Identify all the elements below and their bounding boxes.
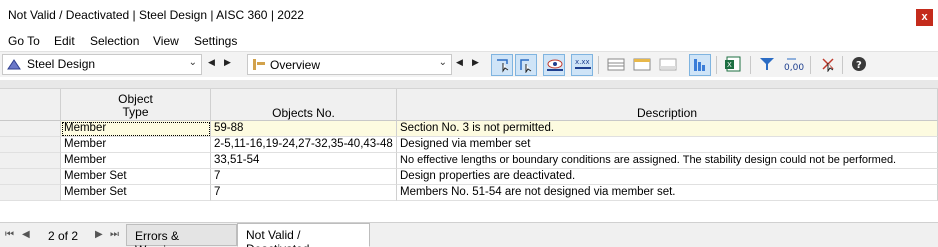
table-remove-icon	[659, 58, 677, 71]
table-button[interactable]	[605, 54, 627, 76]
module-prev-button[interactable]: ◀	[208, 57, 215, 68]
table-cell-objects[interactable]: 2-5,11-16,19-24,27-32,35-40,43-48	[211, 137, 397, 153]
decimal-places-button[interactable]: 0,00	[782, 54, 804, 76]
first-page-button[interactable]: ⏮	[5, 229, 14, 240]
tab-errors-warnings[interactable]: Errors & Warnings	[126, 224, 237, 247]
row-header[interactable]	[0, 137, 61, 153]
excel-export-icon: X	[725, 56, 741, 72]
select-objects-button[interactable]	[491, 54, 513, 76]
column-header-object-type[interactable]: Object Type	[61, 89, 211, 121]
page-info: 2 of 2	[48, 229, 79, 243]
table-body: Member 59-88 Section No. 3 is not permit…	[0, 121, 938, 201]
column-chart-button[interactable]	[689, 54, 711, 76]
table-insert-button[interactable]	[631, 54, 653, 76]
show-objects-icon	[520, 59, 532, 73]
table-insert-icon	[633, 58, 651, 71]
title-bar: Not Valid / Deactivated | Steel Design |…	[0, 0, 938, 31]
table-cell-description[interactable]: Design properties are deactivated.	[397, 169, 938, 185]
view-select[interactable]: Overview ⌄	[247, 54, 452, 75]
filter-button[interactable]	[757, 54, 779, 76]
table-cell-type[interactable]: Member	[61, 153, 211, 169]
menu-view[interactable]: View	[153, 34, 179, 48]
bottom-bar: ⏮ ◀ 2 of 2 ▶ ⏭ Errors & Warnings Not Val…	[0, 222, 938, 247]
close-button[interactable]: x	[916, 9, 933, 26]
module-next-button[interactable]: ▶	[224, 57, 231, 68]
select-objects-icon	[497, 59, 509, 73]
toolbar: Steel Design ⌄ ◀ ▶ Overview ⌄ ◀ ▶ x.xx X	[0, 51, 938, 77]
table-cell-type[interactable]: Member Set	[61, 185, 211, 201]
show-objects-button[interactable]	[515, 54, 537, 76]
table-icon	[607, 58, 625, 71]
row-header[interactable]	[0, 169, 61, 185]
window-title: Not Valid / Deactivated | Steel Design |…	[8, 8, 304, 22]
overview-icon	[253, 59, 265, 70]
visibility-button[interactable]	[543, 54, 565, 76]
menu-settings[interactable]: Settings	[194, 34, 237, 48]
menu-selection[interactable]: Selection	[90, 34, 139, 48]
menu-go-to[interactable]: Go To	[8, 34, 40, 48]
steel-design-icon	[7, 59, 21, 70]
chevron-down-icon: ⌄	[188, 57, 197, 68]
results-table: Object Type Objects No. Description Memb…	[0, 80, 938, 221]
decimal-places-icon: 0,00	[784, 58, 804, 72]
table-cell-type[interactable]: Member	[61, 121, 211, 137]
visibility-icon	[547, 59, 563, 71]
excel-export-button[interactable]: X	[722, 54, 744, 76]
filter-icon	[760, 58, 774, 70]
table-remove-button[interactable]	[657, 54, 679, 76]
clear-filter-icon	[822, 58, 834, 72]
view-select-label: Overview	[270, 58, 321, 72]
help-button[interactable]: ?	[849, 54, 871, 76]
chevron-down-icon: ⌄	[438, 57, 447, 68]
row-header[interactable]	[0, 153, 61, 169]
table-cell-description[interactable]: Members No. 51-54 are not designed via m…	[397, 185, 938, 201]
row-header[interactable]	[0, 121, 61, 137]
column-header-description[interactable]: Description	[397, 89, 938, 121]
table-cell-type[interactable]: Member	[61, 137, 211, 153]
column-header-objects-no[interactable]: Objects No.	[211, 89, 397, 121]
table-cell-description[interactable]: Section No. 3 is not permitted.	[397, 121, 938, 137]
table-values-button[interactable]: x.xx	[571, 54, 593, 76]
svg-text:0,00: 0,00	[784, 63, 804, 72]
table-cell-description[interactable]: No effective lengths or boundary conditi…	[397, 153, 938, 169]
view-next-button[interactable]: ▶	[472, 57, 479, 68]
table-cell-description[interactable]: Designed via member set	[397, 137, 938, 153]
module-select[interactable]: Steel Design ⌄	[2, 54, 202, 75]
menu-bar: Go To Edit Selection View Settings	[0, 31, 938, 51]
clear-filter-button[interactable]	[818, 54, 840, 76]
table-cell-objects[interactable]: 7	[211, 169, 397, 185]
table-values-icon: x.xx	[575, 58, 591, 69]
row-header[interactable]	[0, 185, 61, 201]
menu-edit[interactable]: Edit	[54, 34, 75, 48]
column-chart-icon	[694, 59, 705, 71]
svg-text:?: ?	[856, 60, 862, 71]
module-select-label: Steel Design	[27, 57, 96, 71]
last-page-button[interactable]: ⏭	[110, 229, 119, 240]
help-icon: ?	[852, 57, 866, 71]
svg-text:x.xx: x.xx	[575, 58, 590, 66]
table-cell-objects[interactable]: 33,51-54	[211, 153, 397, 169]
table-cell-objects[interactable]: 7	[211, 185, 397, 201]
table-cell-objects[interactable]: 59-88	[211, 121, 397, 137]
view-prev-button[interactable]: ◀	[456, 57, 463, 68]
svg-text:X: X	[727, 61, 732, 69]
prev-page-button[interactable]: ◀	[22, 229, 30, 240]
next-page-button[interactable]: ▶	[95, 229, 103, 240]
row-header-corner	[0, 89, 61, 121]
table-cell-type[interactable]: Member Set	[61, 169, 211, 185]
tab-not-valid-deactivated[interactable]: Not Valid / Deactivated	[237, 223, 370, 247]
